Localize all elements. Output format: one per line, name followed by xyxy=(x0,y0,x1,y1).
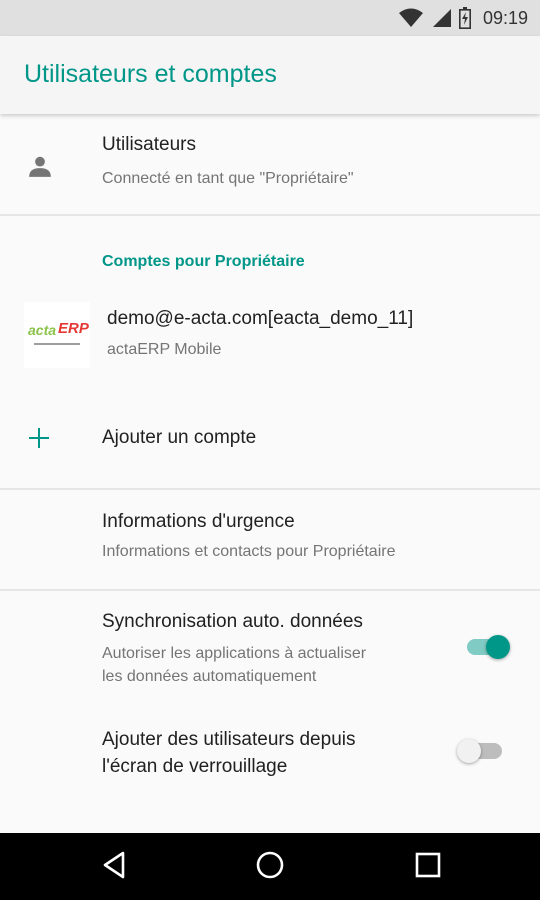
status-bar: 09:19 xyxy=(0,0,540,36)
toggle-thumb xyxy=(486,635,510,659)
page-title: Utilisateurs et comptes xyxy=(24,60,277,88)
auto-sync-subtitle-1: Autoriser les applications à actualiser xyxy=(102,645,367,662)
users-title: Utilisateurs xyxy=(102,134,196,155)
acta-erp-logo: acta ERP xyxy=(24,302,90,368)
divider xyxy=(0,214,540,216)
lock-screen-users-row[interactable]: Ajouter des utilisateurs depuis l'écran … xyxy=(0,710,540,810)
lock-screen-users-toggle[interactable] xyxy=(452,737,508,765)
logo-text-acta: acta xyxy=(28,322,57,338)
auto-sync-subtitle-2: les données automatiquement xyxy=(102,668,317,685)
battery-icon xyxy=(458,7,471,29)
auto-sync-title: Synchronisation auto. données xyxy=(102,611,363,632)
person-icon xyxy=(27,153,53,184)
app-bar: Utilisateurs et comptes xyxy=(0,36,540,114)
emergency-title: Informations d'urgence xyxy=(102,511,295,532)
plus-icon xyxy=(28,427,50,454)
logo-text-erp: ERP xyxy=(58,320,89,337)
account-email: demo@e-acta.com[eacta_demo_11] xyxy=(107,308,414,329)
emergency-subtitle: Informations et contacts pour Propriétai… xyxy=(102,543,396,560)
add-account-row[interactable]: Ajouter un compte xyxy=(0,395,540,483)
recents-button[interactable] xyxy=(398,846,458,888)
logo-tagline xyxy=(34,343,80,345)
users-row[interactable]: Utilisateurs Connecté en tant que "Propr… xyxy=(0,117,540,214)
toggle-thumb xyxy=(457,739,481,763)
emergency-info-row[interactable]: Informations d'urgence Informations et c… xyxy=(0,490,540,589)
back-button[interactable] xyxy=(84,846,144,888)
account-app: actaERP Mobile xyxy=(107,341,222,358)
section-header-accounts: Comptes pour Propriétaire xyxy=(102,253,305,270)
navigation-bar xyxy=(0,833,540,900)
auto-sync-toggle[interactable] xyxy=(462,633,518,661)
back-icon xyxy=(101,851,127,884)
wifi-icon xyxy=(398,8,423,28)
add-account-label: Ajouter un compte xyxy=(102,427,257,448)
lock-screen-title-1: Ajouter des utilisateurs depuis xyxy=(102,729,356,750)
auto-sync-row[interactable]: Synchronisation auto. données Autoriser … xyxy=(0,591,540,706)
lock-screen-title-2: l'écran de verrouillage xyxy=(102,756,288,777)
cell-signal-icon xyxy=(431,8,451,28)
recents-icon xyxy=(415,852,441,883)
home-icon xyxy=(255,850,285,885)
users-subtitle: Connecté en tant que "Propriétaire" xyxy=(102,170,354,187)
status-time: 09:19 xyxy=(482,7,528,28)
account-row[interactable]: acta ERP demo@e-acta.com[eacta_demo_11] … xyxy=(0,290,540,380)
home-button[interactable] xyxy=(240,846,300,888)
